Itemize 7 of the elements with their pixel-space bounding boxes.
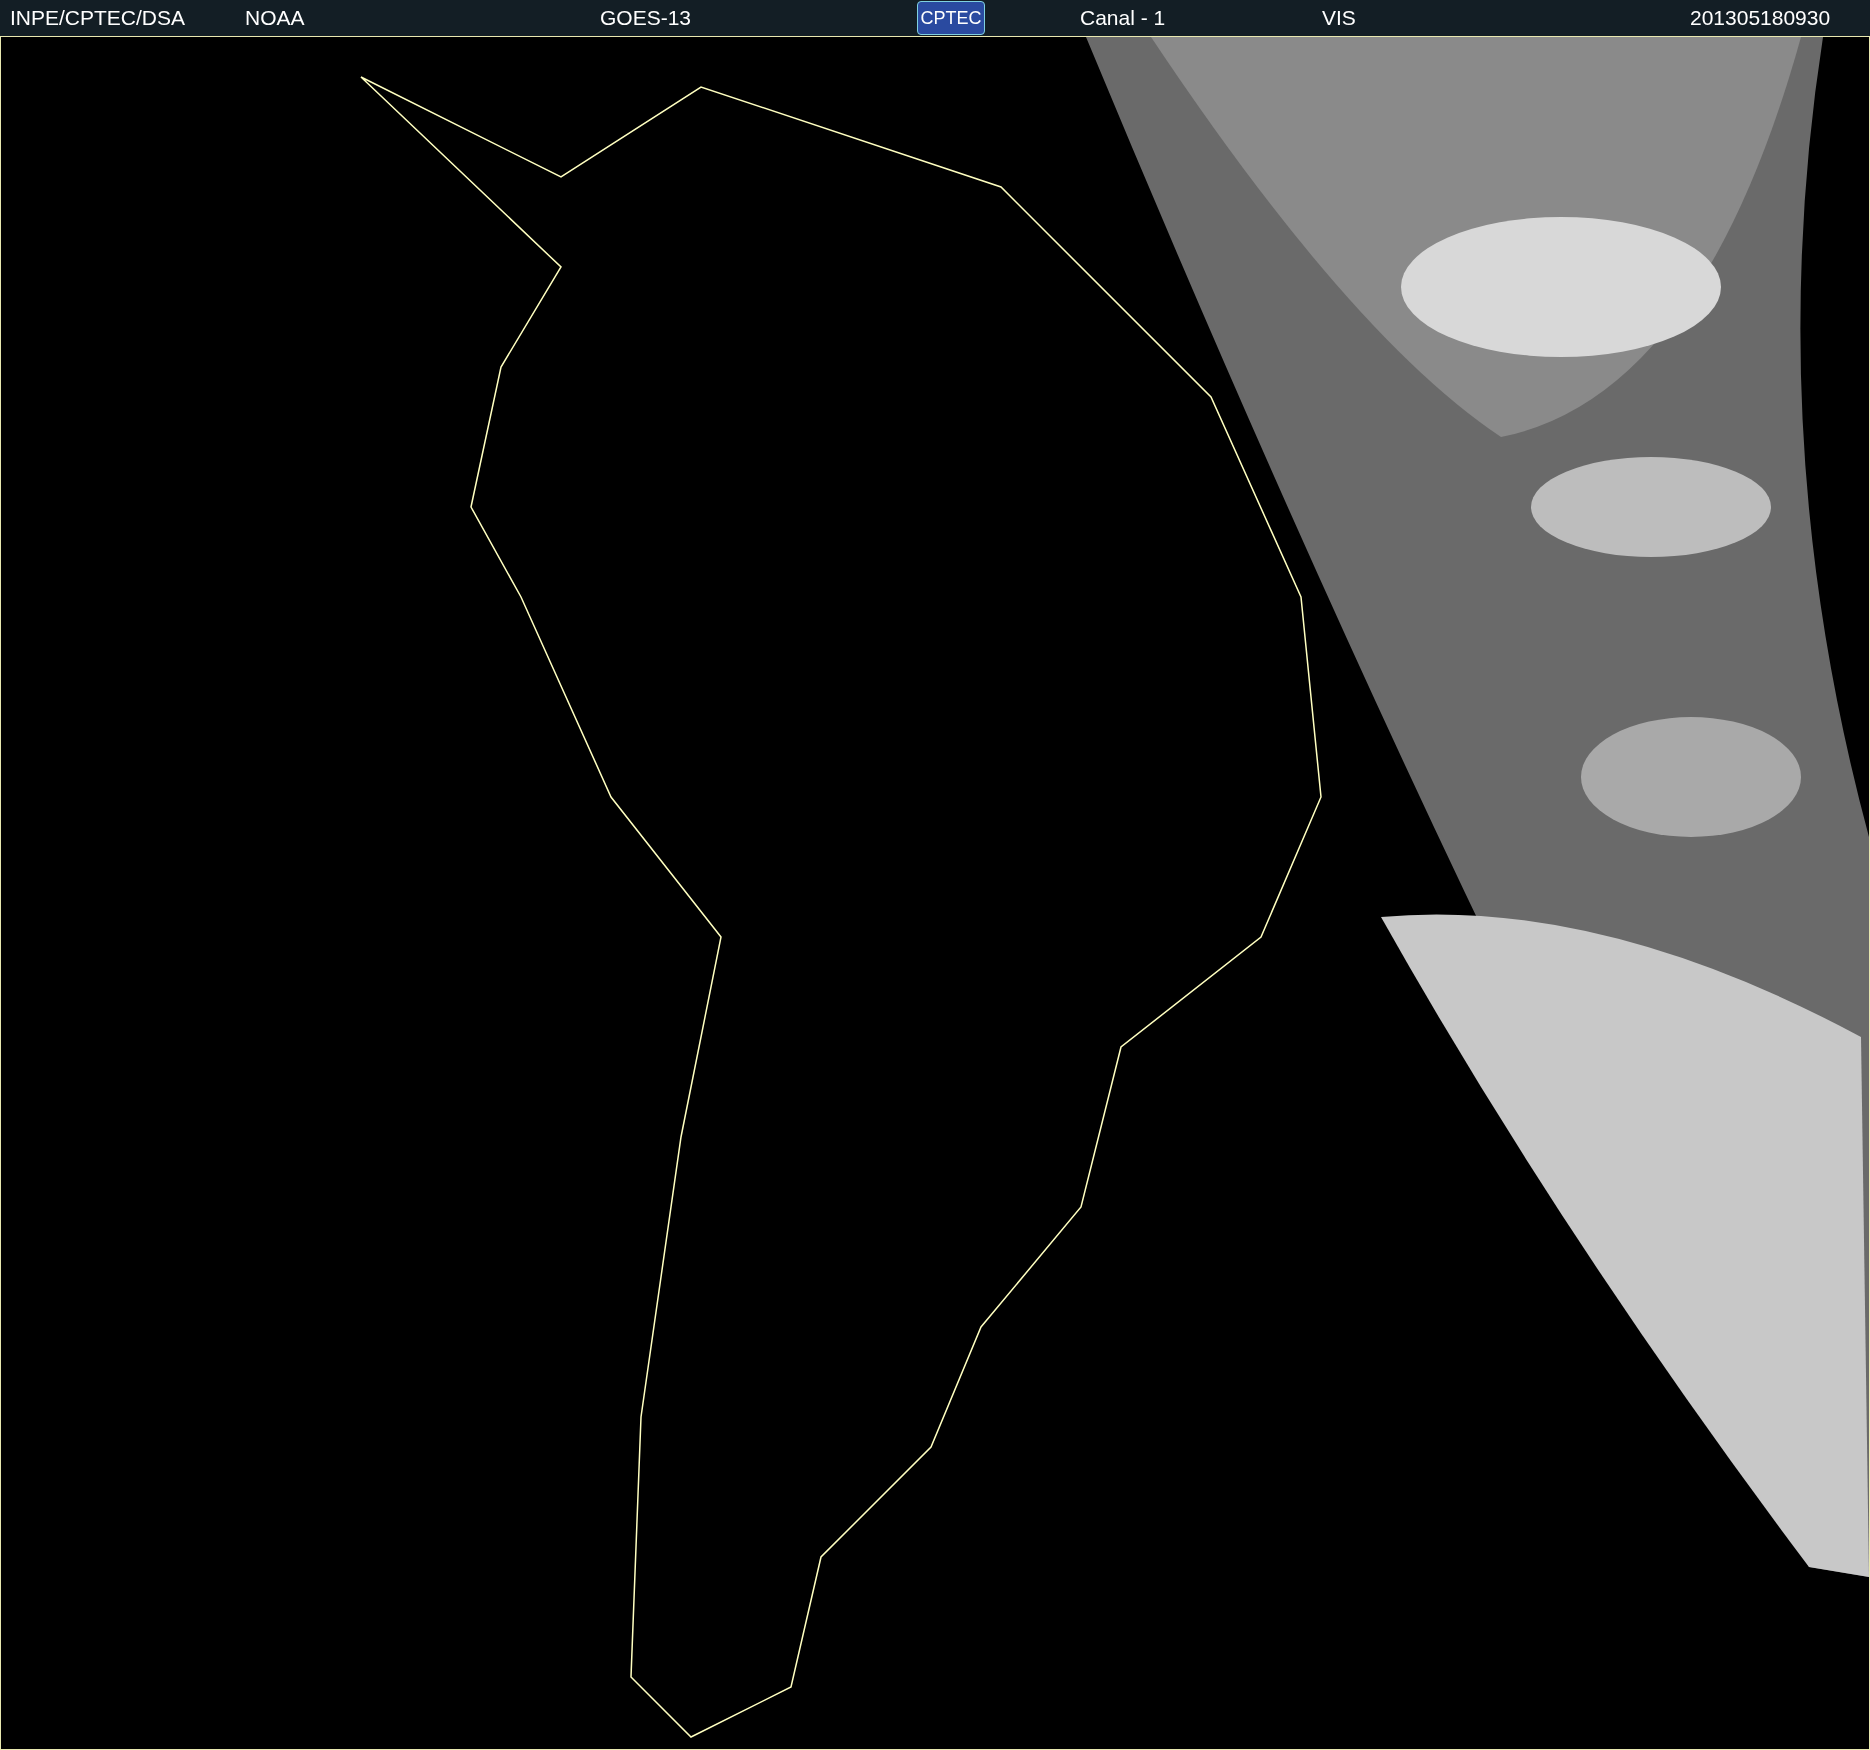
logo: CPTEC bbox=[917, 1, 985, 35]
header-label: NOAA bbox=[245, 5, 305, 32]
header-label: 201305180930 bbox=[1690, 5, 1831, 32]
header-label: Canal - 1 bbox=[1080, 5, 1166, 32]
header-label: GOES-13 bbox=[600, 5, 692, 32]
header-label: INPE/CPTEC/DSA bbox=[10, 5, 186, 32]
header-label: VIS bbox=[1322, 5, 1356, 32]
